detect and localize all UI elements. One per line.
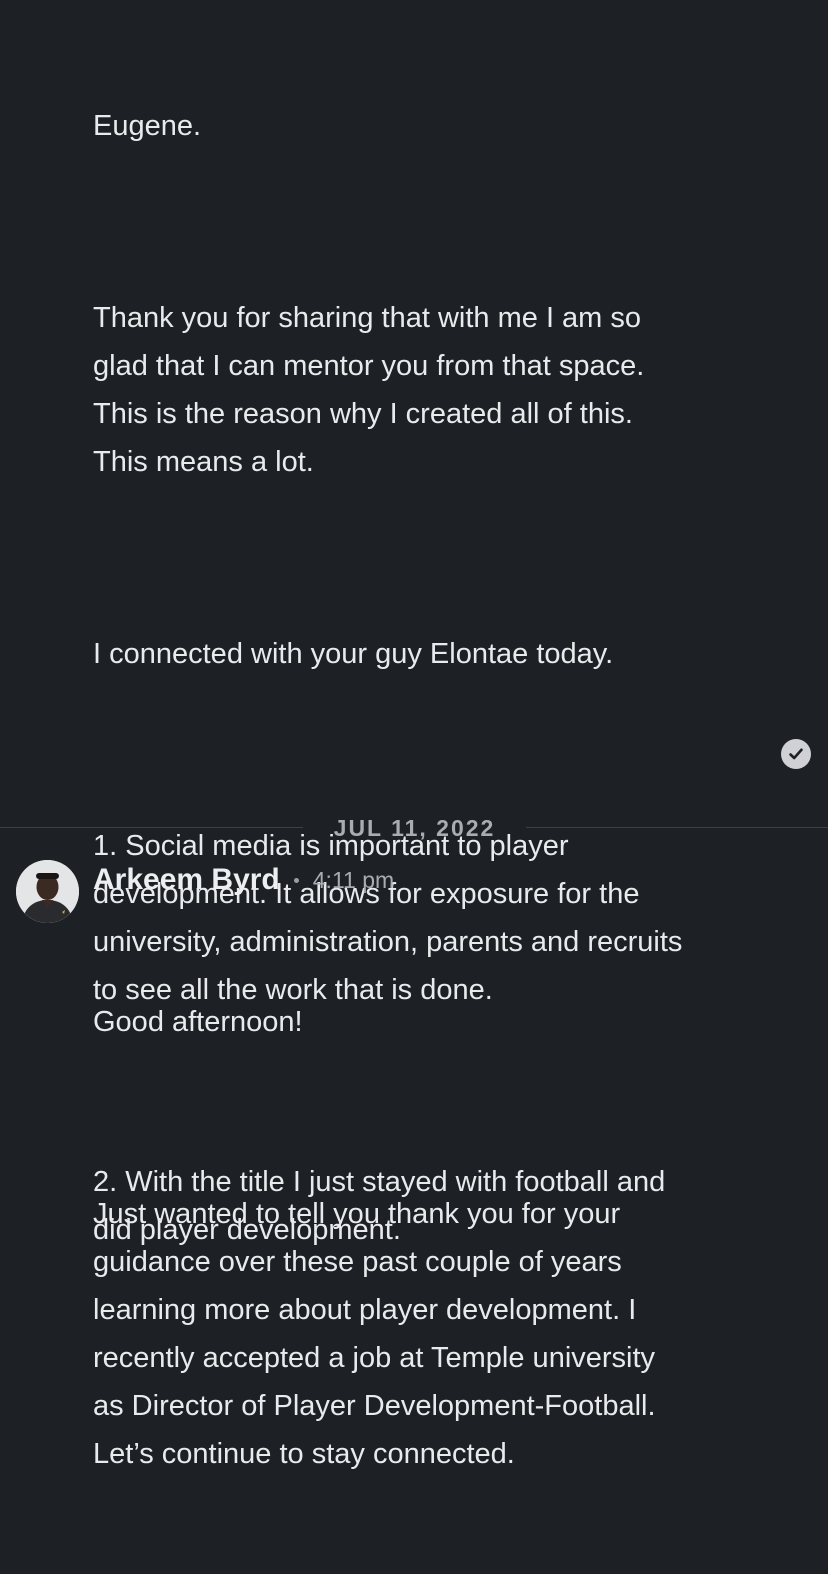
message-paragraph: Thank you for sharing that with me I am … — [93, 302, 645, 478]
separator-dot — [293, 877, 299, 883]
sender-name[interactable]: Arkeem Byrd — [93, 863, 280, 897]
date-label: JUL 11, 2022 — [333, 815, 496, 841]
message-paragraph: Eugene. — [93, 110, 202, 142]
date-divider: JUL 11, 2022 — [0, 812, 828, 844]
divider-line — [0, 827, 303, 828]
message-paragraph: Just wanted to tell you thank you for yo… — [93, 1198, 656, 1470]
message-timestamp: 4:11 pm — [312, 866, 395, 893]
message-paragraph: I connected with your guy Elontae today. — [93, 638, 614, 670]
avatar[interactable] — [16, 860, 79, 923]
message-paragraph: Good afternoon! — [93, 1006, 303, 1038]
divider-line — [526, 827, 828, 828]
message-thread: Eugene. Thank you for sharing that with … — [0, 0, 828, 1470]
check-circle-icon — [781, 739, 811, 769]
message-header: Arkeem Byrd 4:11 pm — [93, 858, 394, 902]
message-body: Good afternoon! Just wanted to tell you … — [93, 902, 783, 1574]
